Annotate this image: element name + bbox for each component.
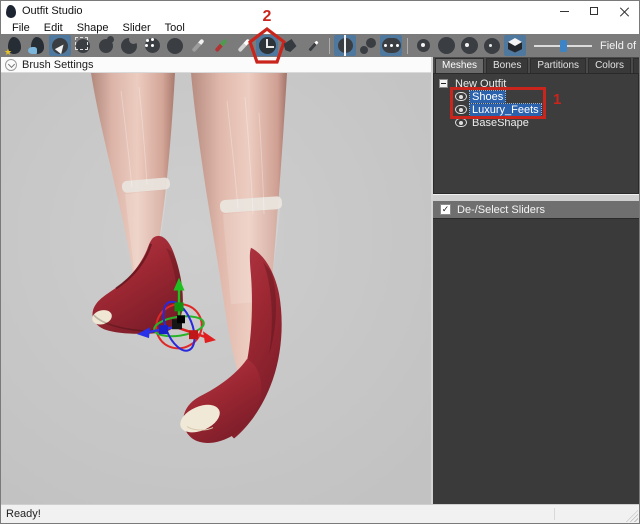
sliders-list [433, 218, 639, 504]
toolbar-separator[interactable]: 2 [325, 35, 333, 56]
panel-tabs: MeshesBonesPartitionsColorsLights [433, 57, 639, 73]
status-text: Ready! [6, 508, 41, 520]
mask-brush-icon[interactable]: 2 [72, 35, 94, 56]
visibility-eye-icon[interactable] [455, 118, 467, 127]
close-icon [620, 7, 629, 16]
tab[interactable]: Meshes [435, 58, 485, 73]
brush-settings-label: Brush Settings [22, 58, 94, 71]
tab[interactable]: Partitions [530, 58, 587, 73]
menubar: File Edit Shape Slider Tool [1, 21, 639, 34]
app-icon [6, 4, 16, 18]
right-panel: MeshesBonesPartitionsColorsLights New Ou… [431, 57, 639, 504]
toolbar-separator[interactable]: 2 [403, 35, 411, 56]
deflate-brush-icon[interactable]: 2 [118, 35, 140, 56]
titlebar: Outfit Studio [1, 1, 639, 21]
mesh-item[interactable]: BaseShape [434, 116, 638, 129]
tab[interactable]: Colors [588, 58, 631, 73]
overlay-display-icon[interactable]: 2 [481, 35, 503, 56]
tab[interactable]: Bones [486, 58, 529, 73]
main-area: Brush Settings Meshes Bones Partitions C… [1, 57, 639, 504]
select-sliders-checkbox[interactable] [440, 204, 451, 215]
tree-root-new-outfit[interactable]: New Outfit [434, 77, 638, 90]
x-mirror-toggle-icon[interactable]: 2 [334, 35, 356, 56]
brush-collision-toggle-icon[interactable]: 2 [380, 35, 402, 56]
connected-only-toggle-icon[interactable]: 2 [357, 35, 379, 56]
weight-brush-icon[interactable]: 2 [187, 35, 209, 56]
minimize-button[interactable] [549, 1, 579, 21]
mesh-item[interactable]: Luxury_Feets [434, 102, 638, 117]
tree-root-label: New Outfit [455, 77, 507, 90]
meshes-tree: New Outfit Shoes Luxury_Feets BaseShape [433, 73, 639, 194]
flatten-brush-icon[interactable]: 2 [279, 35, 301, 56]
fov-slider-handle[interactable] [560, 39, 568, 52]
panel-splitter[interactable] [433, 194, 639, 201]
segment-display-icon[interactable]: 2 [458, 35, 480, 56]
chevron-down-icon [5, 58, 17, 71]
alpha-brush-icon[interactable]: 2 [233, 35, 255, 56]
transform-tool-icon[interactable]: 2 [248, 8, 286, 64]
viewport-panel: Brush Settings [1, 57, 431, 504]
sliders-header-label: De-/Select Sliders [457, 203, 546, 216]
menu-item[interactable]: File [5, 22, 37, 34]
move-brush-icon[interactable]: 2 [141, 35, 163, 56]
status-divider [554, 508, 555, 520]
minimize-icon [559, 10, 569, 12]
mesh-item[interactable]: Shoes [434, 89, 638, 104]
vertex-pen-icon[interactable]: 2 [302, 35, 324, 56]
vertex-display-icon[interactable]: 2 [412, 35, 434, 56]
visibility-eye-icon[interactable] [455, 105, 467, 114]
fov-group: Field of View: 65 [534, 39, 639, 53]
select-brush-icon[interactable]: 2 [49, 35, 71, 56]
statusbar: Ready! [1, 504, 639, 523]
toolbar: 2 2 2 2 [1, 8, 639, 64]
color-brush-icon[interactable]: 2 [210, 35, 232, 56]
close-button[interactable] [609, 1, 639, 21]
load-project-icon[interactable]: 2 [3, 35, 25, 57]
window-title: Outfit Studio [22, 5, 83, 17]
maximize-icon [590, 7, 598, 15]
annotation-label-1: 1 [553, 91, 562, 108]
menu-item[interactable]: Tool [158, 22, 192, 34]
visibility-eye-icon[interactable] [455, 92, 467, 101]
smooth-brush-icon[interactable]: 2 [164, 35, 186, 56]
brush-settings-bar[interactable]: Brush Settings [1, 57, 431, 73]
load-reference-icon[interactable]: 2 [26, 35, 48, 56]
texture-display-icon[interactable]: 2 [504, 35, 526, 56]
solid-display-icon[interactable]: 2 [435, 35, 457, 56]
viewport-3d[interactable] [1, 73, 431, 504]
annotation-label-2: 2 [262, 8, 272, 25]
collapse-icon[interactable] [439, 79, 448, 88]
inflate-brush-icon[interactable]: 2 [95, 35, 117, 56]
outfit-studio-window: Outfit Studio FileEditShapeSliderTool 2 [0, 0, 640, 524]
maximize-button[interactable] [579, 1, 609, 21]
fov-label: Field of View: 65 [600, 39, 639, 52]
window-controls [549, 1, 639, 21]
fov-slider[interactable] [534, 39, 592, 53]
tab[interactable]: Lights [632, 58, 639, 73]
menu-item[interactable]: Edit [37, 22, 70, 34]
menu-item[interactable]: Slider [116, 22, 158, 34]
resize-grip-icon[interactable] [626, 510, 638, 522]
sliders-header: De-/Select Sliders [433, 201, 639, 218]
menu-item[interactable]: Shape [70, 22, 116, 34]
